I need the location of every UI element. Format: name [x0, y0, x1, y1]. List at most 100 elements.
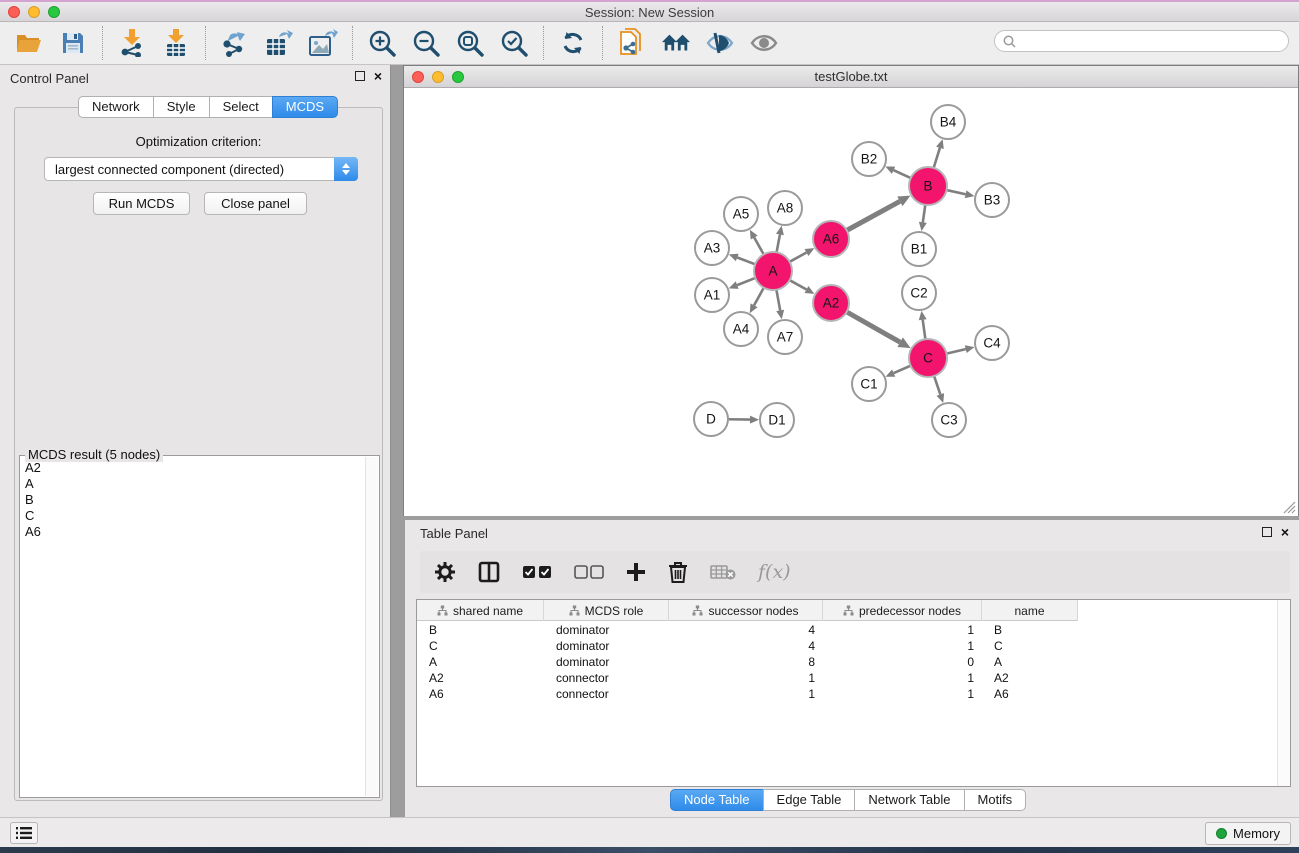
tab-mcds[interactable]: MCDS [272, 96, 338, 118]
graph-node-B3[interactable]: B3 [975, 183, 1009, 217]
graph-node-D1[interactable]: D1 [760, 403, 794, 437]
table-cell[interactable]: 1 [823, 638, 982, 654]
graph-edge[interactable] [946, 349, 965, 354]
table-cell[interactable]: 1 [669, 686, 823, 702]
column-header-name[interactable]: name [982, 600, 1078, 621]
graph-edge[interactable] [934, 148, 940, 168]
zoom-selected-icon[interactable] [499, 28, 529, 58]
new-network-from-file-icon[interactable] [617, 28, 647, 58]
result-item[interactable]: A6 [22, 524, 363, 540]
home-view-icon[interactable] [661, 28, 691, 58]
memory-button[interactable]: Memory [1205, 822, 1291, 845]
table-tab-edge-table[interactable]: Edge Table [763, 789, 856, 811]
graph-edge[interactable] [923, 205, 925, 222]
table-cell[interactable]: 4 [669, 638, 823, 654]
result-item[interactable]: A2 [22, 460, 363, 476]
tab-select[interactable]: Select [209, 96, 273, 118]
table-tab-network-table[interactable]: Network Table [854, 789, 964, 811]
column-header-predecessor-nodes[interactable]: predecessor nodes [823, 600, 982, 621]
table-cell[interactable]: 1 [669, 670, 823, 686]
table-cell[interactable]: 8 [669, 654, 823, 670]
tab-network[interactable]: Network [78, 96, 154, 118]
graph-edge[interactable] [737, 258, 755, 265]
refresh-icon[interactable] [558, 28, 588, 58]
deselect-all-icon[interactable] [574, 565, 604, 579]
graph-node-B[interactable]: B [909, 167, 947, 205]
table-cell[interactable]: B [417, 622, 544, 638]
float-panel-icon[interactable] [355, 71, 365, 81]
search-input[interactable] [1021, 34, 1280, 48]
table-cell[interactable]: A [982, 654, 1078, 670]
graph-edge[interactable] [790, 280, 807, 289]
graph-node-C4[interactable]: C4 [975, 326, 1009, 360]
table-cell[interactable]: 1 [823, 670, 982, 686]
resize-grip-icon[interactable] [1283, 501, 1296, 514]
delete-table-icon[interactable] [710, 564, 736, 580]
table-row[interactable]: Bdominator41B [417, 622, 1276, 638]
graph-node-A5[interactable]: A5 [724, 197, 758, 231]
mcds-result-list[interactable]: A2ABCA6 [22, 460, 363, 795]
table-cell[interactable]: dominator [544, 654, 669, 670]
graph-edge[interactable] [894, 170, 911, 178]
export-image-icon[interactable] [308, 28, 338, 58]
table-cell[interactable]: connector [544, 670, 669, 686]
graph-node-A2[interactable]: A2 [813, 285, 849, 321]
graph-node-C1[interactable]: C1 [852, 367, 886, 401]
graph-node-A8[interactable]: A8 [768, 191, 802, 225]
graph-edge[interactable] [847, 312, 901, 342]
graph-edge[interactable] [847, 201, 900, 230]
table-cell[interactable]: 1 [823, 622, 982, 638]
open-session-icon[interactable] [14, 28, 44, 58]
graph-edge[interactable] [894, 366, 911, 373]
table-cell[interactable]: 4 [669, 622, 823, 638]
table-row[interactable]: A2connector11A2 [417, 670, 1276, 686]
result-item[interactable]: C [22, 508, 363, 524]
table-cell[interactable]: A2 [417, 670, 544, 686]
graph-node-C[interactable]: C [909, 339, 947, 377]
zoom-fit-icon[interactable] [455, 28, 485, 58]
export-network-icon[interactable] [220, 28, 250, 58]
float-table-panel-icon[interactable] [1262, 527, 1272, 537]
graph-node-B1[interactable]: B1 [902, 232, 936, 266]
graph-node-A3[interactable]: A3 [695, 231, 729, 265]
column-header-successor-nodes[interactable]: successor nodes [669, 600, 823, 621]
graph-edge[interactable] [934, 376, 940, 394]
network-canvas[interactable]: ABCA2A6A1A3A4A5A7A8B1B2B3B4C1C2C3C4DD1 [404, 89, 1298, 516]
graph-node-A[interactable]: A [754, 252, 792, 290]
graph-edge[interactable] [737, 278, 755, 285]
graph-edge[interactable] [923, 320, 926, 339]
graph-node-A1[interactable]: A1 [695, 278, 729, 312]
graph-node-C3[interactable]: C3 [932, 403, 966, 437]
graph-node-A6[interactable]: A6 [813, 221, 849, 257]
criterion-dropdown[interactable]: largest connected component (directed) [44, 157, 358, 181]
table-cell[interactable]: A6 [982, 686, 1078, 702]
close-panel-icon[interactable]: × [374, 71, 382, 81]
delete-column-icon[interactable] [668, 561, 688, 583]
zoom-in-icon[interactable] [367, 28, 397, 58]
select-all-icon[interactable] [522, 565, 552, 579]
table-row[interactable]: Cdominator41C [417, 638, 1276, 654]
export-table-icon[interactable] [264, 28, 294, 58]
table-scrollbar[interactable] [1277, 600, 1290, 786]
result-item[interactable]: B [22, 492, 363, 508]
import-table-icon[interactable] [161, 28, 191, 58]
graph-node-C2[interactable]: C2 [902, 276, 936, 310]
add-column-icon[interactable] [626, 562, 646, 582]
column-header-MCDS-role[interactable]: MCDS role [544, 600, 669, 621]
table-tab-node-table[interactable]: Node Table [670, 789, 764, 811]
network-window-titlebar[interactable]: testGlobe.txt [404, 66, 1298, 88]
graph-node-B2[interactable]: B2 [852, 142, 886, 176]
graph-edge[interactable] [754, 288, 764, 306]
table-cell[interactable]: A6 [417, 686, 544, 702]
table-cell[interactable]: dominator [544, 638, 669, 654]
save-session-icon[interactable] [58, 28, 88, 58]
table-cell[interactable]: C [982, 638, 1078, 654]
graph-node-D[interactable]: D [694, 402, 728, 436]
table-cell[interactable]: A2 [982, 670, 1078, 686]
show-columns-icon[interactable] [478, 561, 500, 583]
table-cell[interactable]: A [417, 654, 544, 670]
table-cell[interactable]: C [417, 638, 544, 654]
graph-edge[interactable] [777, 235, 780, 253]
show-all-icon[interactable] [749, 28, 779, 58]
table-cell[interactable]: dominator [544, 622, 669, 638]
